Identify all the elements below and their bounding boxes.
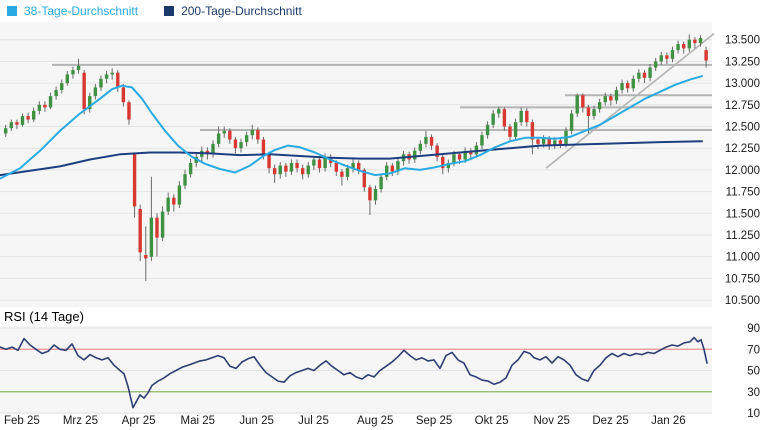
svg-text:Aug 25: Aug 25 — [357, 415, 393, 427]
x-axis-labels: Feb 25 Mrz 25 Apr 25 Mai 25 Jun 25 Jul 25 Aug … — [4, 415, 686, 427]
rsi-axis-labels: 90 70 50 30 10 — [747, 323, 760, 420]
svg-text:Dez 25: Dez 25 — [592, 415, 628, 427]
ma38-swatch-icon — [7, 6, 17, 16]
svg-text:12.500: 12.500 — [725, 122, 760, 134]
svg-text:13.000: 13.000 — [725, 78, 760, 90]
ma200-legend-label: 200-Tage-Durchschnitt — [181, 5, 302, 17]
svg-text:90: 90 — [747, 323, 760, 335]
svg-text:70: 70 — [747, 344, 760, 356]
svg-text:11.750: 11.750 — [726, 187, 760, 199]
svg-text:Mrz 25: Mrz 25 — [63, 415, 98, 427]
rsi-panel-title: RSI (14 Tage) — [4, 309, 84, 324]
svg-text:Jan 26: Jan 26 — [651, 415, 686, 427]
svg-text:11.500: 11.500 — [726, 208, 760, 220]
ma200-swatch-icon — [164, 6, 174, 16]
svg-text:13.250: 13.250 — [725, 56, 760, 68]
svg-text:12.750: 12.750 — [725, 100, 760, 112]
svg-text:Mai 25: Mai 25 — [181, 415, 216, 427]
legend-item-ma38: 38-Tage-Durchschnitt — [7, 5, 138, 17]
legend-item-ma200: 200-Tage-Durchschnitt — [164, 5, 302, 17]
stock-chart-widget: 38-Tage-Durchschnitt 200-Tage-Durchschni… — [0, 0, 765, 430]
price-axis-labels: 13.75013.50013.25013.00012.75012.50012.2… — [725, 13, 760, 307]
svg-text:12.000: 12.000 — [725, 165, 760, 177]
svg-text:Feb 25: Feb 25 — [4, 415, 40, 427]
svg-text:12.250: 12.250 — [725, 143, 760, 155]
svg-text:10: 10 — [747, 408, 760, 420]
svg-text:11.250: 11.250 — [726, 230, 760, 242]
svg-text:50: 50 — [747, 366, 760, 378]
svg-text:Jun 25: Jun 25 — [239, 415, 274, 427]
svg-text:11.000: 11.000 — [726, 252, 760, 264]
ma38-legend-label: 38-Tage-Durchschnitt — [24, 5, 138, 17]
price-rsi-chart[interactable]: 13.75013.50013.25013.00012.75012.50012.2… — [0, 0, 765, 430]
svg-text:Nov 25: Nov 25 — [534, 415, 570, 427]
svg-text:Jul 25: Jul 25 — [298, 415, 329, 427]
svg-text:30: 30 — [747, 387, 760, 399]
chart-legend: 38-Tage-Durchschnitt 200-Tage-Durchschni… — [0, 0, 765, 22]
svg-text:Okt 25: Okt 25 — [475, 415, 509, 427]
svg-text:13.500: 13.500 — [725, 35, 760, 47]
svg-text:10.750: 10.750 — [725, 273, 760, 285]
svg-text:Apr 25: Apr 25 — [122, 415, 156, 427]
svg-text:Sep 25: Sep 25 — [416, 415, 452, 427]
svg-text:10.500: 10.500 — [725, 295, 760, 307]
